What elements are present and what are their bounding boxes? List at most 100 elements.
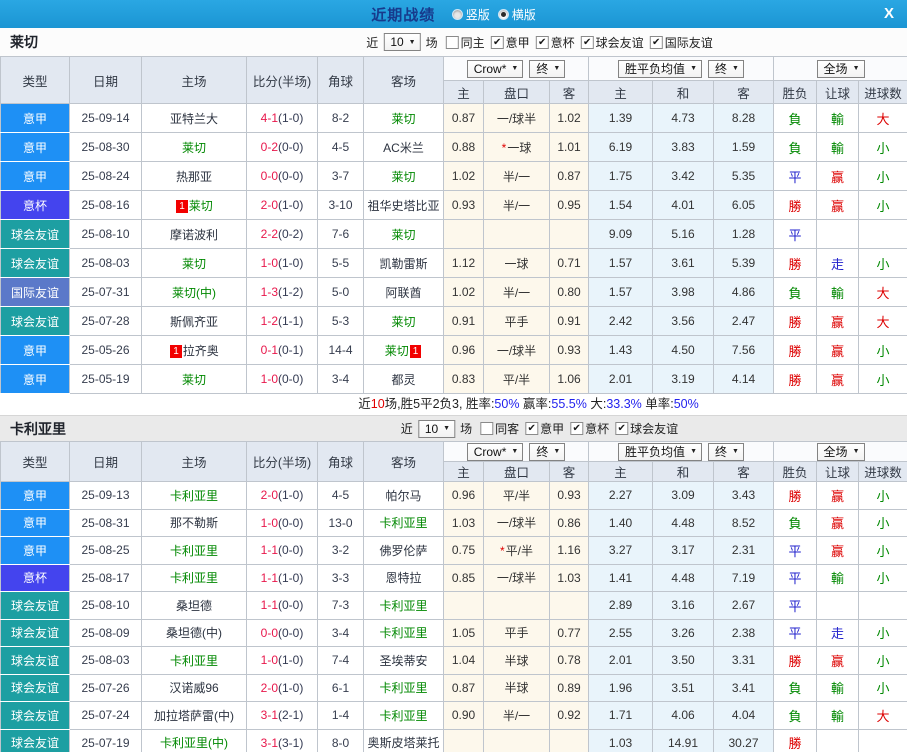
recent-count-value: 10	[390, 35, 404, 49]
col-result-wdl: 胜负	[773, 80, 818, 104]
competition-filter[interactable]: ✔ 意甲	[519, 420, 564, 437]
team-name-text: 卡利亚里	[169, 571, 218, 586]
score-cell: 0-0(0-0)	[246, 618, 318, 647]
odds-cell: 一/球半	[483, 335, 550, 365]
avg-odds-cell: 1.57	[588, 248, 653, 278]
avg-odds-cell: 2.27	[588, 481, 653, 510]
result-cell: 小	[858, 563, 907, 592]
match-date: 25-07-26	[69, 673, 142, 702]
match-date: 25-08-31	[69, 508, 142, 537]
scope-select[interactable]: 全场 ▼	[816, 59, 865, 78]
score-cell: 1-3(1-2)	[246, 277, 318, 307]
recent-count-select[interactable]: 10 ▼	[383, 33, 421, 51]
checkbox-icon: ✔	[649, 35, 663, 49]
odds-cell	[483, 219, 550, 249]
avg-odds-cell: 30.27	[712, 728, 775, 752]
odds-source-value: Crow*	[473, 61, 507, 76]
close-button[interactable]: X	[879, 4, 899, 24]
competition-filter[interactable]: ✔ 意杯	[530, 34, 575, 51]
result-cell: 平	[773, 563, 818, 592]
dropdown-arrow-icon: ▼	[690, 448, 697, 455]
competition-filter[interactable]: ✔ 球会友谊	[609, 420, 678, 437]
match-date: 25-08-16	[69, 190, 142, 220]
result-cell: 負	[773, 508, 818, 537]
team-section-lecce: 莱切 近 10 ▼ 场同主 ✔ 意甲 ✔ 意杯 ✔ 球会友谊 ✔ 国际友谊 类型 日期 主场 比分(半…	[0, 28, 907, 415]
away-team-cell: 莱切	[363, 219, 444, 249]
competition-filter[interactable]: ✔ 意甲	[485, 34, 530, 51]
halftime-score: (0-0)	[278, 625, 304, 640]
avg-odds-cell: 3.51	[652, 673, 714, 702]
result-cell: 平	[773, 591, 818, 620]
team-name-text: 卡利亚里	[379, 516, 428, 531]
summary-segment: 近	[358, 397, 371, 411]
match-competition: 球会友谊	[0, 618, 70, 647]
avg-odds-cell: 4.01	[652, 190, 714, 220]
corner-cell: 5-0	[317, 277, 364, 307]
corner-cell: 3-4	[317, 364, 364, 394]
radio-icon[interactable]	[497, 8, 509, 20]
avg-type-select[interactable]: 胜平负均值 ▼	[618, 442, 702, 461]
corner-cell: 3-3	[317, 563, 364, 592]
competition-filter[interactable]: ✔ 国际友谊	[644, 34, 713, 51]
odds-source-select[interactable]: Crow* ▼	[466, 59, 524, 78]
halftime-score: (1-0)	[278, 111, 304, 125]
summary-segment: 50%	[494, 397, 520, 411]
avg-odds-cell: 2.01	[588, 646, 653, 675]
odds-cell: 1.01	[549, 132, 589, 162]
recent-count-select[interactable]: 10 ▼	[417, 419, 456, 438]
match-row: 意甲 25-08-31 那不勒斯 1-0(0-0) 13-0 卡利亚里 1.03 一/球半 0.…	[0, 508, 907, 537]
match-date: 25-08-17	[69, 563, 142, 592]
avg-final-select[interactable]: 终 ▼	[708, 59, 744, 78]
summary-segment: 10	[370, 397, 385, 411]
same-venue-filter[interactable]: 同客	[474, 420, 519, 437]
odds-source-select[interactable]: Crow* ▼	[466, 442, 524, 461]
match-date: 25-08-03	[69, 646, 142, 675]
avg-odds-cell: 3.42	[652, 161, 714, 191]
team-name-text: 卡利亚里	[379, 598, 428, 613]
odds-cell: 0.87	[549, 161, 589, 191]
odds-cell: 0.85	[443, 563, 484, 592]
competition-filter[interactable]: ✔ 意杯	[564, 420, 609, 437]
away-team-cell: 帕尔马	[363, 481, 444, 510]
odds-final-select[interactable]: 终 ▼	[529, 442, 566, 461]
layout-option[interactable]: 竖版	[451, 6, 490, 23]
matches-table: 类型 日期 主场 比分(半场) 角球 客场 Crow* ▼ 终 ▼ 胜平负均值 …	[0, 441, 907, 752]
odds-cell: 平/半	[483, 481, 550, 510]
team-name-text: 热那亚	[175, 169, 212, 184]
header-controls-row: 类型 日期 主场 比分(半场) 角球 客场 Crow* ▼ 终 ▼ 胜平负均值 …	[0, 56, 907, 104]
team-name-text: 奥斯皮塔莱托	[367, 736, 440, 751]
matches-table: 类型 日期 主场 比分(半场) 角球 客场 Crow* ▼ 终 ▼ 胜平负均值 …	[0, 56, 907, 394]
avg-type-select[interactable]: 胜平负均值 ▼	[618, 59, 702, 78]
recent-results-dialog: 近期战绩 竖版 横版 X 莱切 近 10 ▼ 场同主 ✔ 意甲 ✔ 意杯 ✔ 球会友谊 ✔ 国际友谊 类…	[0, 0, 907, 752]
result-cell	[858, 219, 907, 249]
competition-filter[interactable]: ✔ 球会友谊	[575, 34, 644, 51]
team-name-text: 都灵	[391, 372, 416, 387]
odds-cell: 0.89	[549, 673, 589, 702]
avg-final-select[interactable]: 终 ▼	[708, 442, 744, 461]
result-cell: 赢	[816, 536, 860, 565]
scope-select[interactable]: 全场 ▼	[816, 442, 865, 461]
score-cell: 1-0(1-0)	[246, 646, 318, 675]
halftime-score: (1-2)	[278, 285, 304, 299]
result-cell: 勝	[773, 481, 818, 510]
result-cell	[816, 728, 860, 752]
corner-cell: 7-4	[317, 646, 364, 675]
radio-icon[interactable]	[451, 8, 463, 20]
avg-odds-cell: 2.67	[712, 591, 775, 620]
odds-final-select[interactable]: 终 ▼	[529, 59, 566, 78]
odds-cell: 0.91	[443, 306, 484, 336]
home-team-cell: 桑坦德	[141, 591, 247, 620]
layout-option[interactable]: 横版	[497, 6, 536, 23]
avg-odds-cell: 2.89	[588, 591, 653, 620]
score-cell: 3-1(3-1)	[246, 728, 318, 752]
col-result-wdl: 胜负	[773, 461, 818, 482]
score-cell: 1-2(1-1)	[246, 306, 318, 336]
result-cell: 赢	[816, 306, 860, 336]
team-name-text: 佛罗伦萨	[379, 543, 428, 558]
result-cell: 大	[858, 103, 907, 133]
same-venue-filter[interactable]: 同主	[440, 34, 485, 51]
summary-line: 近10场,胜5平2负3, 胜率:50% 赢率:55.5% 大:33.3% 单率:…	[0, 394, 907, 415]
corner-cell: 5-3	[317, 306, 364, 336]
match-row: 意甲 25-05-26 1 拉齐奥 0-1(0-1) 14-4 莱切 1 0.96 一/球半 0.9…	[0, 335, 907, 365]
col-home: 主场	[141, 441, 247, 482]
